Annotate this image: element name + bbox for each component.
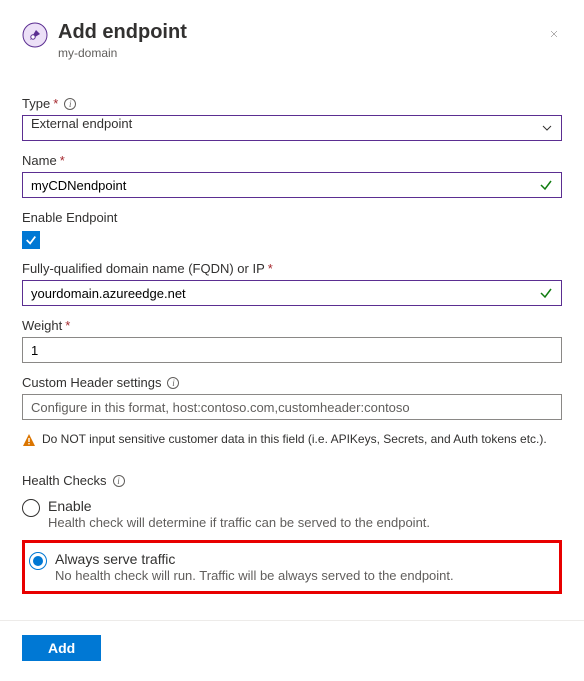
check-icon: [539, 286, 553, 300]
highlighted-selection: Always serve traffic No health check wil…: [22, 540, 562, 594]
weight-label: Weight: [22, 318, 62, 333]
info-icon[interactable]: i: [113, 475, 125, 487]
custom-header-input-wrap: [22, 394, 562, 420]
radio-checked-icon: [29, 552, 47, 570]
enable-endpoint-checkbox[interactable]: [22, 231, 40, 249]
panel-title: Add endpoint: [58, 20, 546, 44]
panel-header: Add endpoint my-domain: [22, 20, 562, 60]
name-input-wrap: [22, 172, 562, 198]
name-input[interactable]: [23, 173, 539, 197]
enable-endpoint-label: Enable Endpoint: [22, 210, 117, 225]
required-indicator: *: [53, 96, 58, 111]
type-value: External endpoint: [23, 116, 541, 140]
add-button[interactable]: Add: [22, 635, 101, 661]
fqdn-input[interactable]: [23, 281, 539, 305]
fqdn-label: Fully-qualified domain name (FQDN) or IP: [22, 261, 265, 276]
chevron-down-icon: [541, 122, 553, 134]
health-enable-desc: Health check will determine if traffic c…: [48, 515, 430, 530]
close-button[interactable]: [546, 22, 562, 38]
check-icon: [539, 178, 553, 192]
info-icon[interactable]: i: [167, 377, 179, 389]
required-indicator: *: [268, 261, 273, 276]
panel-subtitle: my-domain: [58, 46, 546, 60]
health-enable-title: Enable: [48, 498, 430, 514]
info-icon[interactable]: i: [64, 98, 76, 110]
weight-input-wrap: [22, 337, 562, 363]
required-indicator: *: [60, 153, 65, 168]
health-checks-label: Health Checks: [22, 473, 107, 488]
fqdn-input-wrap: [22, 280, 562, 306]
health-always-desc: No health check will run. Traffic will b…: [55, 568, 454, 583]
type-select[interactable]: External endpoint: [22, 115, 562, 141]
type-label: Type: [22, 96, 50, 111]
health-option-enable[interactable]: Enable Health check will determine if tr…: [22, 496, 562, 532]
warning-icon: [22, 433, 36, 447]
health-always-title: Always serve traffic: [55, 551, 454, 567]
radio-unchecked-icon: [22, 499, 40, 517]
required-indicator: *: [65, 318, 70, 333]
custom-header-label: Custom Header settings: [22, 375, 161, 390]
name-label: Name: [22, 153, 57, 168]
check-icon: [25, 234, 37, 246]
health-option-always[interactable]: Always serve traffic No health check wil…: [29, 549, 555, 585]
custom-header-input[interactable]: [23, 395, 561, 419]
weight-input[interactable]: [23, 338, 561, 362]
warning-text: Do NOT input sensitive customer data in …: [42, 432, 547, 446]
endpoint-icon: [22, 22, 48, 48]
close-icon: [550, 30, 558, 38]
